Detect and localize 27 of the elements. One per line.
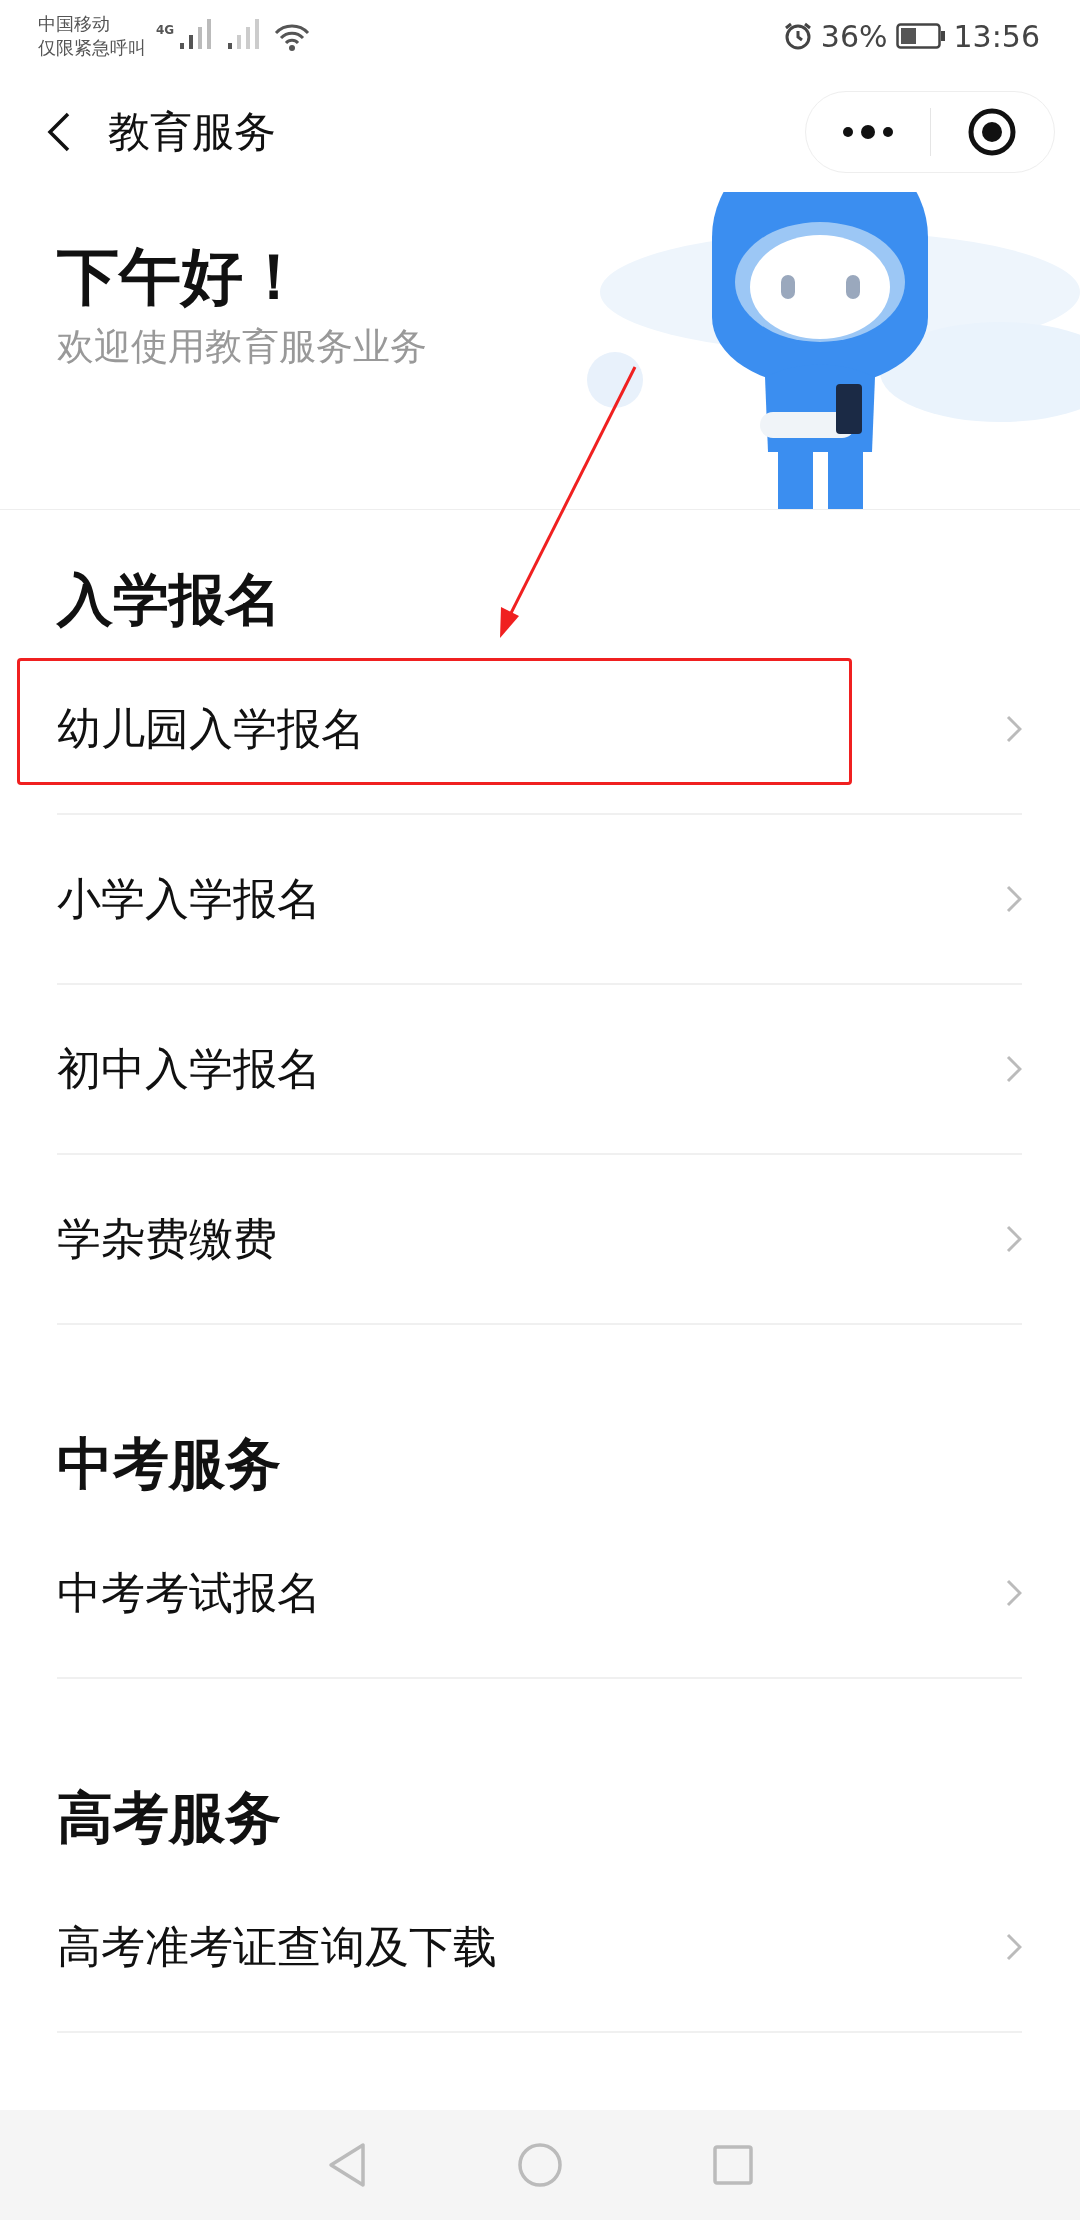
chevron-right-icon <box>1006 715 1022 743</box>
list-item[interactable]: 小学入学报名 <box>57 815 1022 985</box>
chevron-right-icon <box>1006 1225 1022 1253</box>
alarm-icon <box>782 21 813 51</box>
section-heading: 中考服务 <box>56 1430 282 1498</box>
record-icon <box>967 107 1018 157</box>
page-title: 教育服务 <box>108 106 276 158</box>
greeting-text: 下午好！ <box>57 239 306 315</box>
list-item[interactable]: 初中入学报名 <box>57 985 1022 1155</box>
battery-percent: 36% <box>820 18 888 54</box>
section-heading: 高考服务 <box>56 1784 282 1852</box>
carrier-note: 仅限紧急呼叫 <box>38 36 146 60</box>
chevron-right-icon <box>1006 1055 1022 1083</box>
carrier-text: 中国移动 <box>38 12 111 36</box>
chevron-right-icon <box>1006 885 1022 913</box>
list-item[interactable]: 中考考试报名 <box>57 1509 1022 1679</box>
network-label: 4G <box>156 23 175 37</box>
more-icon <box>840 125 895 139</box>
list-item[interactable]: 高考准考证查询及下载 <box>57 1863 1022 2033</box>
chevron-right-icon <box>1006 1579 1022 1607</box>
clock-time: 13:56 <box>953 18 1040 54</box>
welcome-text: 欢迎使用教育服务业务 <box>57 324 428 370</box>
list-item[interactable]: 幼儿园入学报名 <box>57 645 1022 815</box>
battery-icon <box>895 23 946 49</box>
section-heading: 入学报名 <box>55 566 282 634</box>
chevron-right-icon <box>1006 1933 1022 1961</box>
list-item[interactable]: 学杂费缴费 <box>57 1155 1022 1325</box>
